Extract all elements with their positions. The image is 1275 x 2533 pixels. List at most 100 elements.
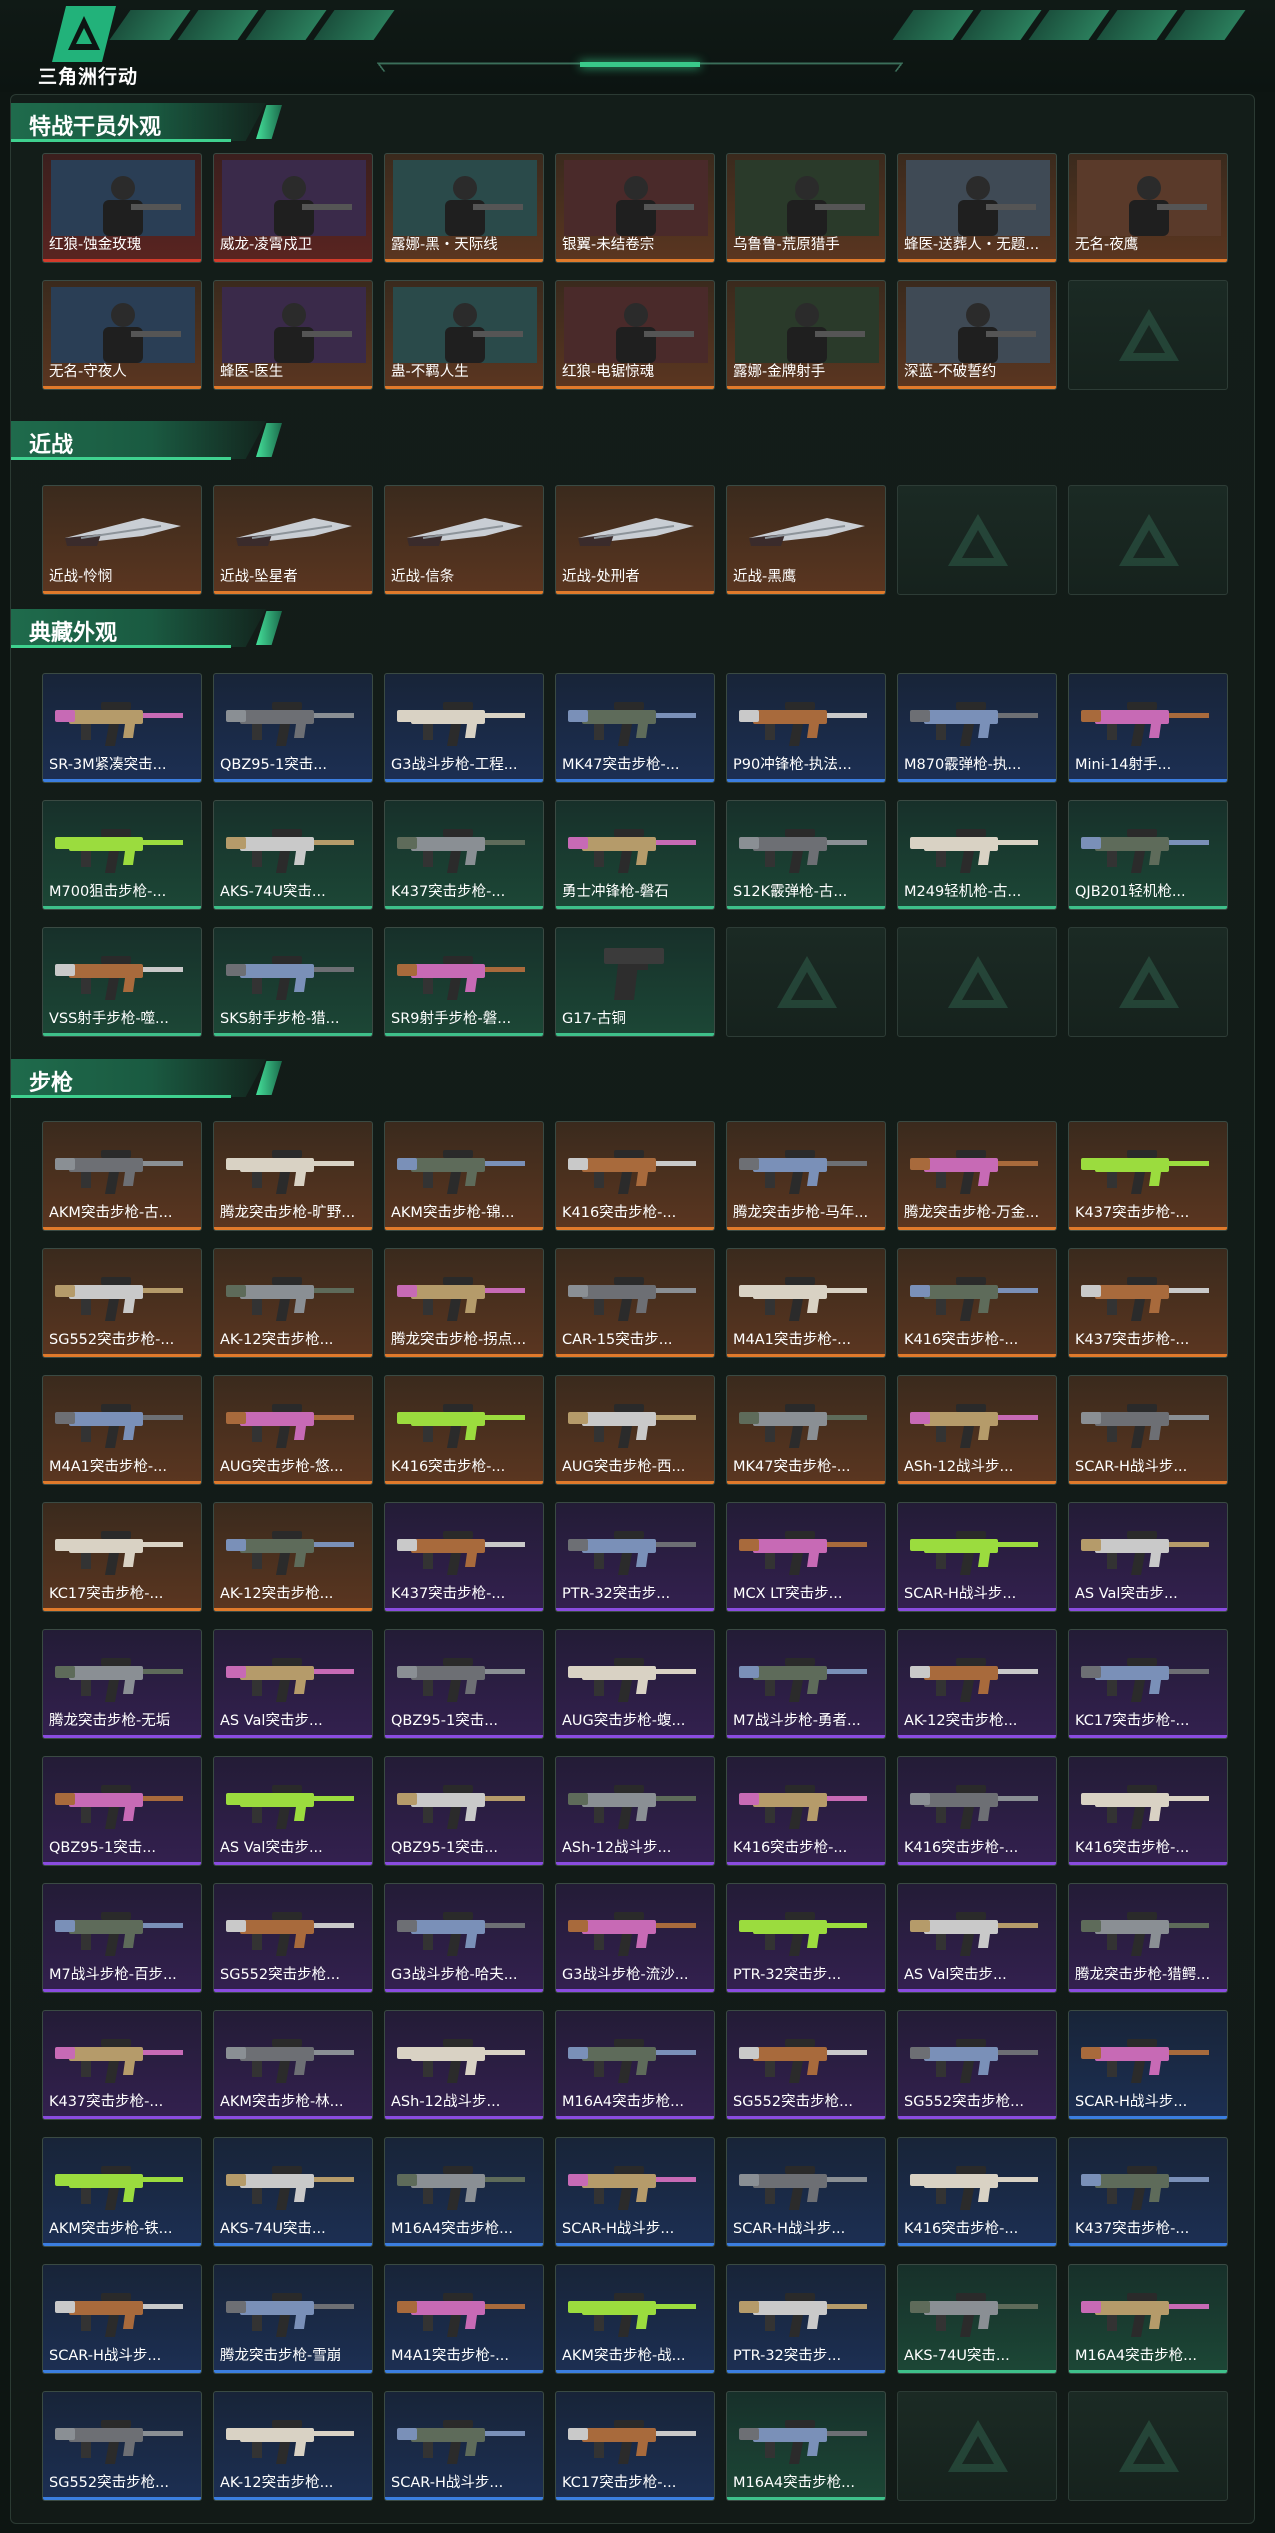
item-card[interactable]: 露娜-黑・天际线 [384,153,544,263]
item-card[interactable]: 无名-守夜人 [42,280,202,390]
item-card[interactable]: AKM突击步枪-古... [42,1121,202,1231]
item-card[interactable]: SCAR-H战斗步... [897,1502,1057,1612]
item-card[interactable]: MK47突击步枪-... [555,673,715,783]
item-card[interactable]: M700狙击步枪-... [42,800,202,910]
item-card[interactable]: KC17突击步枪-... [555,2391,715,2501]
item-card[interactable]: AKM突击步枪-锦... [384,1121,544,1231]
item-card[interactable]: SCAR-H战斗步... [384,2391,544,2501]
item-card[interactable]: KC17突击步枪-... [1068,1629,1228,1739]
item-card[interactable]: K437突击步枪-... [384,1502,544,1612]
item-card[interactable]: 无名-夜鹰 [1068,153,1228,263]
item-card[interactable]: QBZ95-1突击... [213,673,373,783]
item-card[interactable]: 露娜-金牌射手 [726,280,886,390]
item-card[interactable]: AKM突击步枪-林... [213,2010,373,2120]
item-card[interactable]: 近战-处刑者 [555,485,715,595]
item-card[interactable]: VSS射手步枪-噬... [42,927,202,1037]
item-card[interactable]: 腾龙突击步枪-拐点... [384,1248,544,1358]
item-card[interactable]: CAR-15突击步... [555,1248,715,1358]
item-card[interactable]: 腾龙突击步枪-马年... [726,1121,886,1231]
item-card[interactable]: AKS-74U突击... [897,2264,1057,2374]
item-card[interactable]: SCAR-H战斗步... [726,2137,886,2247]
item-card[interactable]: ASh-12战斗步... [384,2010,544,2120]
item-card[interactable]: 深蓝-不破誓约 [897,280,1057,390]
item-card[interactable]: AK-12突击步枪... [213,1502,373,1612]
item-card[interactable]: 蜂医-医生 [213,280,373,390]
item-card[interactable]: M249轻机枪-古... [897,800,1057,910]
item-card[interactable]: 腾龙突击步枪-雪崩 [213,2264,373,2374]
item-card[interactable]: M870霰弹枪-执... [897,673,1057,783]
item-card[interactable]: K437突击步枪-... [42,2010,202,2120]
item-card[interactable]: 腾龙突击步枪-万金... [897,1121,1057,1231]
item-card[interactable]: SG552突击步枪... [726,2010,886,2120]
item-card[interactable]: AS Val突击步... [213,1629,373,1739]
item-card[interactable]: 威龙-凌霄戍卫 [213,153,373,263]
item-card[interactable]: M7战斗步枪-勇者... [726,1629,886,1739]
item-card[interactable]: K416突击步枪-... [897,1756,1057,1866]
item-card[interactable]: 近战-坠星者 [213,485,373,595]
item-card[interactable]: AS Val突击步... [1068,1502,1228,1612]
item-card[interactable]: ASh-12战斗步... [555,1756,715,1866]
item-card[interactable]: 蜂医-送葬人・无题... [897,153,1057,263]
item-card[interactable]: PTR-32突击步... [555,1502,715,1612]
item-card[interactable]: Mini-14射手... [1068,673,1228,783]
item-card[interactable]: K437突击步枪-... [1068,2137,1228,2247]
item-card[interactable]: AS Val突击步... [897,1883,1057,1993]
item-card[interactable]: SG552突击步枪-... [42,1248,202,1358]
item-card[interactable]: M16A4突击步枪... [384,2137,544,2247]
item-card[interactable]: K416突击步枪-... [726,1756,886,1866]
item-card[interactable]: SG552突击步枪... [42,2391,202,2501]
item-card[interactable]: 红狼-蚀金玫瑰 [42,153,202,263]
item-card[interactable]: QBZ95-1突击... [384,1629,544,1739]
item-card[interactable]: QBZ95-1突击... [42,1756,202,1866]
item-card[interactable]: 腾龙突击步枪-旷野... [213,1121,373,1231]
item-card[interactable]: G3战斗步枪-工程... [384,673,544,783]
item-card[interactable]: SCAR-H战斗步... [1068,2010,1228,2120]
item-card[interactable]: M16A4突击步枪... [555,2010,715,2120]
item-card[interactable]: K437突击步枪-... [1068,1121,1228,1231]
item-card[interactable]: QBZ95-1突击... [384,1756,544,1866]
item-card[interactable]: SCAR-H战斗步... [555,2137,715,2247]
app-logo[interactable]: 三角洲行动 [30,6,170,88]
item-card[interactable]: PTR-32突击步... [726,1883,886,1993]
item-card[interactable]: SCAR-H战斗步... [42,2264,202,2374]
item-card[interactable]: K437突击步枪-... [1068,1248,1228,1358]
item-card[interactable]: AK-12突击步枪... [897,1629,1057,1739]
item-card[interactable]: G3战斗步枪-流沙... [555,1883,715,1993]
item-card[interactable]: S12K霰弹枪-古... [726,800,886,910]
item-card[interactable]: AUG突击步枪-蝮... [555,1629,715,1739]
item-card[interactable]: M4A1突击步枪-... [384,2264,544,2374]
item-card[interactable]: M4A1突击步枪-... [42,1375,202,1485]
item-card[interactable]: 乌鲁鲁-荒原猎手 [726,153,886,263]
item-card[interactable]: SCAR-H战斗步... [1068,1375,1228,1485]
item-card[interactable]: SR-3M紧凑突击... [42,673,202,783]
item-card[interactable]: G17-古铜 [555,927,715,1037]
item-card[interactable]: K437突击步枪-... [384,800,544,910]
item-card[interactable]: QJB201轻机枪... [1068,800,1228,910]
item-card[interactable]: 银翼-未结卷宗 [555,153,715,263]
item-card[interactable]: K416突击步枪-... [1068,1756,1228,1866]
item-card[interactable]: AS Val突击步... [213,1756,373,1866]
item-card[interactable]: 勇士冲锋枪-磐石 [555,800,715,910]
item-card[interactable]: G3战斗步枪-哈夫... [384,1883,544,1993]
item-card[interactable]: 腾龙突击步枪-无垢 [42,1629,202,1739]
item-card[interactable]: K416突击步枪-... [555,1121,715,1231]
item-card[interactable]: KC17突击步枪-... [42,1502,202,1612]
item-card[interactable]: MCX LT突击步... [726,1502,886,1612]
item-card[interactable]: M16A4突击步枪... [726,2391,886,2501]
item-card[interactable]: 腾龙突击步枪-猎鳄... [1068,1883,1228,1993]
item-card[interactable]: PTR-32突击步... [726,2264,886,2374]
item-card[interactable]: SR9射手步枪-磐... [384,927,544,1037]
item-card[interactable]: AK-12突击步枪... [213,2391,373,2501]
item-card[interactable]: AKS-74U突击... [213,800,373,910]
item-card[interactable]: AKM突击步枪-战... [555,2264,715,2374]
item-card[interactable]: 近战-黑鹰 [726,485,886,595]
item-card[interactable]: AKM突击步枪-铁... [42,2137,202,2247]
item-card[interactable]: 蛊-不羁人生 [384,280,544,390]
item-card[interactable]: AUG突击步枪-悠... [213,1375,373,1485]
item-card[interactable]: MK47突击步枪-... [726,1375,886,1485]
item-card[interactable]: 近战-怜悯 [42,485,202,595]
item-card[interactable]: AUG突击步枪-西... [555,1375,715,1485]
item-card[interactable]: 近战-信条 [384,485,544,595]
item-card[interactable]: M7战斗步枪-百步... [42,1883,202,1993]
item-card[interactable]: SKS射手步枪-猎... [213,927,373,1037]
